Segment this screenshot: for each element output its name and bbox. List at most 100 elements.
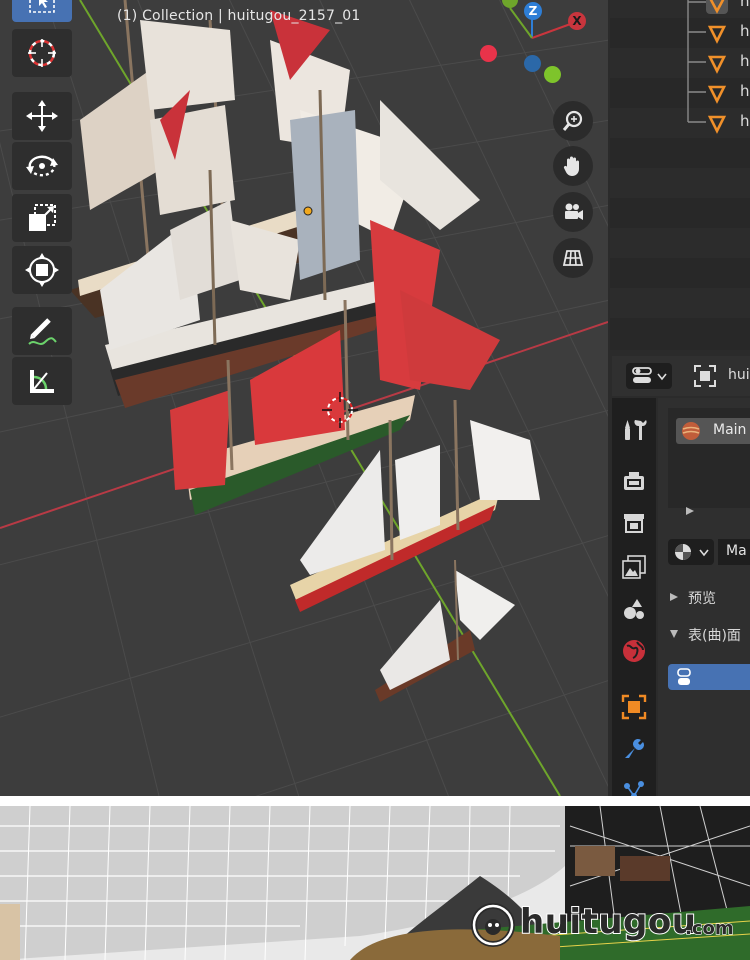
mesh-triangle-icon <box>707 25 727 44</box>
outliner-empty-row <box>610 288 750 318</box>
move-tool[interactable] <box>12 92 72 140</box>
outliner-empty-row <box>610 138 750 168</box>
mesh-triangle-icon <box>707 115 727 134</box>
scene-icon <box>624 599 644 619</box>
outliner-item-label: h <box>740 112 750 130</box>
tab-output[interactable] <box>616 504 652 542</box>
object-frame-icon <box>694 365 716 387</box>
surface-panel-label: 表(曲)面 <box>688 628 741 644</box>
measure-icon <box>30 370 54 393</box>
outliner-empty-row <box>610 168 750 198</box>
surface-node-selector[interactable] <box>668 664 750 690</box>
camera-button[interactable] <box>553 192 593 232</box>
pan-button[interactable] <box>553 146 593 186</box>
preview-panel-label: 预览 <box>688 591 716 607</box>
material-browse-dropdown[interactable] <box>668 539 714 565</box>
ship-small[interactable] <box>375 559 515 702</box>
outliner-item-label: h <box>740 22 750 40</box>
tab-view-layer[interactable] <box>616 548 652 586</box>
outliner-empty-row <box>610 258 750 288</box>
measure-tool[interactable] <box>12 357 72 405</box>
scale-tool[interactable] <box>12 194 72 242</box>
modifier-icon <box>625 739 644 758</box>
surface-panel-header[interactable]: 表(曲)面 <box>658 619 750 649</box>
tab-world[interactable] <box>616 632 652 670</box>
outliner-empty-row <box>610 228 750 258</box>
select-tool[interactable] <box>12 0 72 22</box>
annotate-tool[interactable] <box>12 307 72 355</box>
zoom-icon <box>562 110 583 131</box>
world-icon <box>623 640 645 662</box>
properties-tabs <box>612 398 656 796</box>
rotate-tool[interactable] <box>12 142 72 190</box>
material-name-value: Ma <box>726 543 747 559</box>
outliner-item-1[interactable]: h <box>704 20 750 44</box>
zoom-button[interactable] <box>553 101 593 141</box>
disclosure-triangle-icon[interactable] <box>685 506 695 516</box>
gizmo-neg-x[interactable] <box>480 45 497 62</box>
tab-scene[interactable] <box>616 590 652 628</box>
outliner-panel[interactable]: h h h h h <box>610 0 750 350</box>
tab-modifier[interactable] <box>616 730 652 768</box>
transform-icon <box>25 253 59 287</box>
object-icon <box>621 694 647 720</box>
gizmo-neg-z[interactable] <box>524 55 541 72</box>
material-slot-label: Main <box>713 422 747 438</box>
outliner-item-0[interactable]: h <box>704 0 750 14</box>
mesh-triangle-icon <box>707 55 727 74</box>
collection-label: (1) Collection | huitugou_2157_01 <box>117 8 361 24</box>
active-object-label: hui <box>728 367 750 383</box>
outliner-empty-row <box>610 198 750 228</box>
gizmo-neg-y[interactable] <box>544 66 561 83</box>
disclosure-triangle-open-icon <box>670 630 678 638</box>
ortho-grid-button[interactable] <box>553 238 593 278</box>
tab-object[interactable] <box>616 688 652 726</box>
render-icon <box>624 472 644 490</box>
mesh-triangle-icon <box>707 85 727 104</box>
material-ball-icon <box>682 422 700 440</box>
transform-tool[interactable] <box>12 246 72 294</box>
outliner-empty-row <box>610 318 750 348</box>
output-icon <box>624 514 644 533</box>
rotate-icon <box>26 155 58 177</box>
select-box-icon <box>29 0 55 13</box>
grid-icon <box>562 250 584 266</box>
gizmo-z-label: Z <box>528 4 538 18</box>
tab-particles[interactable] <box>616 772 652 796</box>
huitugou-logo-icon <box>471 903 515 947</box>
watermark-suffix: .com <box>684 917 734 939</box>
outliner-item-label: h <box>740 52 750 70</box>
material-slot-main[interactable]: Main <box>676 418 750 444</box>
editor-type-dropdown[interactable] <box>626 363 672 389</box>
wireframe-preview: huitugou .com <box>0 796 750 960</box>
gizmo-x-axis[interactable]: X <box>568 12 586 30</box>
properties-editor-icon <box>632 367 652 383</box>
move-icon <box>26 100 58 132</box>
tool-icon <box>625 420 647 440</box>
gizmo-z-axis[interactable]: Z <box>524 2 542 20</box>
annotate-icon <box>28 318 57 345</box>
scale-icon <box>29 204 56 231</box>
outliner-item-label: h <box>740 82 750 100</box>
outliner-item-2[interactable]: h <box>704 50 750 74</box>
outliner-item-4[interactable]: h <box>704 110 750 134</box>
blender-window: (1) Collection | huitugou_2157_01 Z X h … <box>0 0 750 796</box>
outliner-item-3[interactable]: h <box>704 80 750 104</box>
preview-panel-header[interactable]: 预览 <box>658 582 750 612</box>
watermark-logo: huitugou .com <box>470 900 750 950</box>
disclosure-triangle-icon <box>670 593 678 601</box>
navigation-gizmo[interactable]: Z X <box>470 0 600 90</box>
properties-header: hui <box>612 356 750 396</box>
material-sphere-icon <box>675 544 691 560</box>
outliner-item-label: h <box>740 0 750 10</box>
material-name-field[interactable]: Ma <box>718 539 750 565</box>
cursor-icon <box>28 39 56 67</box>
cursor-tool[interactable] <box>12 29 72 77</box>
view-layer-icon <box>622 555 646 579</box>
particles-icon <box>624 781 644 796</box>
tab-tool[interactable] <box>616 410 652 448</box>
tab-render[interactable] <box>616 462 652 500</box>
mesh-triangle-icon <box>706 0 728 14</box>
3d-viewport[interactable]: (1) Collection | huitugou_2157_01 Z X <box>0 0 608 796</box>
gizmo-x-label: X <box>572 14 582 28</box>
